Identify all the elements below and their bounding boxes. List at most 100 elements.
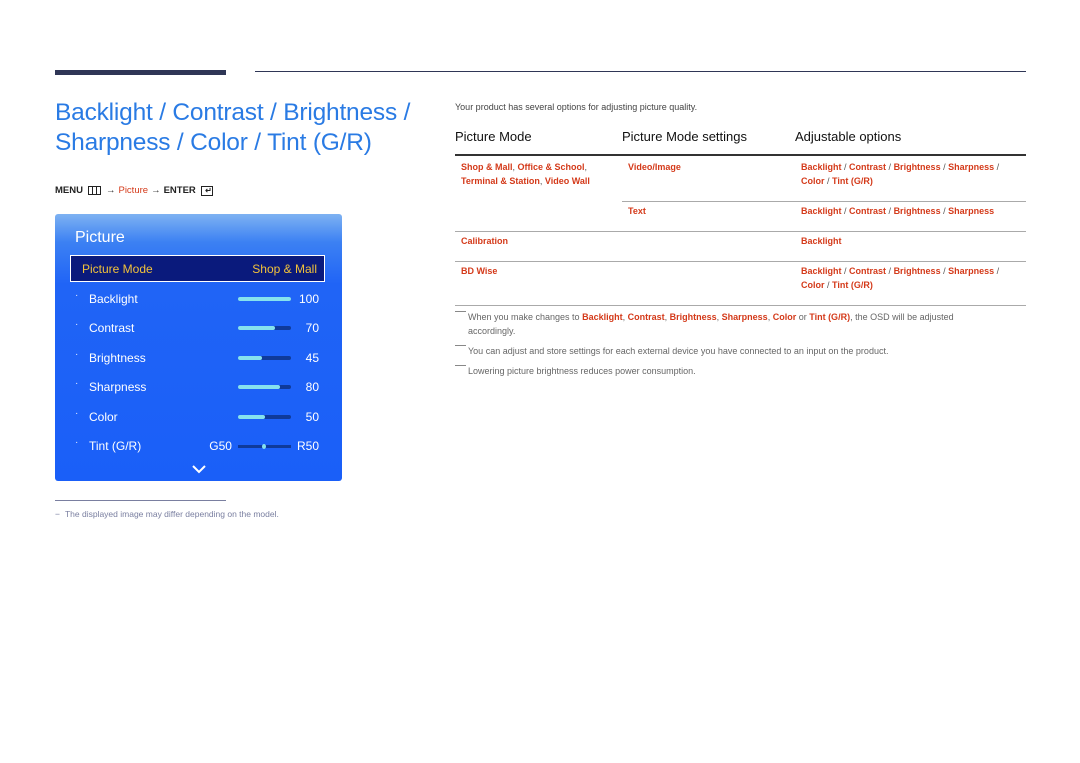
bullet-icon: ·	[75, 319, 79, 330]
note-external-device: You can adjust and store settings for ea…	[455, 344, 1015, 358]
mode-video-wall: Video Wall	[544, 176, 590, 186]
slider-fill	[238, 356, 262, 360]
slider-fill	[238, 415, 265, 419]
menu-path-picture: Picture	[118, 185, 149, 196]
footnote-rule	[55, 500, 226, 501]
tint-green-value: G50	[209, 439, 232, 453]
osd-item-brightness[interactable]: · Brightness 45	[75, 348, 319, 368]
menu-icon	[87, 186, 101, 195]
slider-fill	[238, 326, 276, 330]
osd-item-sharpness[interactable]: · Sharpness 80	[75, 377, 319, 397]
bullet-icon: ·	[75, 378, 79, 389]
table-cell-setting: Video/Image	[628, 162, 681, 172]
note-keyword: Backlight	[582, 312, 623, 322]
separator: /	[886, 162, 894, 172]
osd-item-label: Contrast	[89, 321, 135, 335]
arrow-icon: →	[105, 185, 116, 196]
menu-path: MENU → Picture → ENTER ↵	[55, 185, 213, 196]
column-header-settings: Picture Mode settings	[622, 129, 748, 144]
note-text: Lowering picture brightness reduces powe…	[468, 366, 696, 376]
table-cell-options: Backlight / Contrast / Brightness / Shar…	[801, 160, 999, 188]
option: Color	[801, 176, 825, 186]
note-text-part: , the OSD will be adjusted	[850, 312, 954, 322]
footnote: − The displayed image may differ dependin…	[55, 509, 279, 519]
note-continuation: accordingly.	[468, 326, 516, 336]
page-title-line-2: Sharpness / Color / Tint (G/R)	[55, 129, 372, 156]
menu-label: MENU	[55, 185, 83, 196]
option: Tint (G/R)	[832, 280, 873, 290]
option: Backlight	[801, 266, 842, 276]
separator: /	[841, 206, 850, 216]
table-cell-mode: Shop & Mall, Office & School, Terminal &…	[461, 160, 590, 188]
table-row-rule	[455, 261, 1026, 262]
intro-text: Your product has several options for adj…	[455, 102, 698, 112]
column-header-picture-mode: Picture Mode	[455, 129, 532, 144]
mode-office-school: Office & School	[517, 162, 585, 172]
dash-icon	[455, 311, 466, 312]
tint-slider[interactable]	[237, 443, 291, 449]
option: Contrast	[849, 162, 887, 172]
option: Contrast	[849, 206, 887, 216]
osd-item-label: Brightness	[89, 351, 146, 365]
bullet-icon: ·	[75, 408, 79, 419]
slider-fill	[238, 297, 291, 301]
osd-item-label: Sharpness	[89, 380, 147, 394]
osd-item-backlight[interactable]: · Backlight 100	[75, 289, 319, 309]
option: Backlight	[801, 206, 842, 216]
arrow-icon: →	[151, 185, 161, 196]
option: Brightness	[893, 162, 941, 172]
table-cell-options: Backlight / Contrast / Brightness / Shar…	[801, 204, 994, 218]
osd-item-value: 70	[305, 321, 319, 335]
note-text-part: or	[796, 312, 810, 322]
table-cell-mode: BD Wise	[461, 266, 498, 276]
page-title: Backlight / Contrast / Brightness / Shar…	[55, 98, 435, 158]
separator: /	[940, 206, 949, 216]
note-osd-adjust: When you make changes to Backlight, Cont…	[455, 310, 1015, 338]
tint-slider-knob[interactable]	[262, 443, 267, 449]
option: Brightness	[893, 206, 941, 216]
chevron-down-icon[interactable]	[192, 464, 206, 474]
separator: /	[841, 162, 850, 172]
dash-icon	[455, 365, 466, 366]
color-slider[interactable]	[238, 415, 291, 419]
table-cell-options: Backlight / Contrast / Brightness / Shar…	[801, 264, 999, 292]
brightness-slider[interactable]	[238, 356, 291, 360]
note-text: When you make changes to Backlight, Cont…	[468, 312, 954, 322]
header-rule-thin	[255, 71, 1026, 72]
enter-icon: ↵	[200, 185, 213, 196]
sharpness-slider[interactable]	[238, 385, 291, 389]
osd-picture-menu: Picture Picture Mode Shop & Mall · Backl…	[55, 214, 342, 481]
note-keyword: Contrast	[627, 312, 665, 322]
note-keyword: Color	[772, 312, 797, 322]
separator: /	[886, 266, 894, 276]
option: Sharpness	[948, 266, 995, 276]
note-keyword: Tint (G/R)	[809, 312, 851, 322]
contrast-slider[interactable]	[238, 326, 291, 330]
footnote-text: The displayed image may differ depending…	[64, 509, 279, 519]
header-rule-thick	[55, 70, 226, 75]
osd-item-value: 50	[305, 410, 319, 424]
separator: /	[940, 162, 949, 172]
osd-item-label: Tint (G/R)	[89, 439, 142, 453]
osd-item-picture-mode[interactable]: Picture Mode Shop & Mall	[70, 255, 325, 282]
table-cell-mode: Calibration	[461, 236, 509, 246]
osd-title: Picture	[75, 229, 125, 246]
osd-item-tint[interactable]: · Tint (G/R) G50 R50	[75, 436, 319, 456]
note-power: Lowering picture brightness reduces powe…	[455, 364, 1015, 378]
dash-icon	[455, 345, 466, 346]
osd-item-color[interactable]: · Color 50	[75, 407, 319, 427]
note-keyword: Sharpness	[721, 312, 768, 322]
table-header-rule	[455, 154, 1026, 156]
osd-item-value: Shop & Mall	[252, 261, 317, 276]
option: Contrast	[849, 266, 887, 276]
separator: /	[824, 280, 833, 290]
separator: /	[886, 206, 894, 216]
bullet-icon: ·	[75, 290, 79, 301]
separator: ,	[584, 162, 588, 172]
note-text-part: When you make changes to	[468, 312, 583, 322]
backlight-slider[interactable]	[238, 297, 291, 301]
osd-item-contrast[interactable]: · Contrast 70	[75, 318, 319, 338]
slider-fill	[238, 385, 281, 389]
table-row-rule	[622, 201, 1026, 202]
osd-item-value: 45	[305, 351, 319, 365]
